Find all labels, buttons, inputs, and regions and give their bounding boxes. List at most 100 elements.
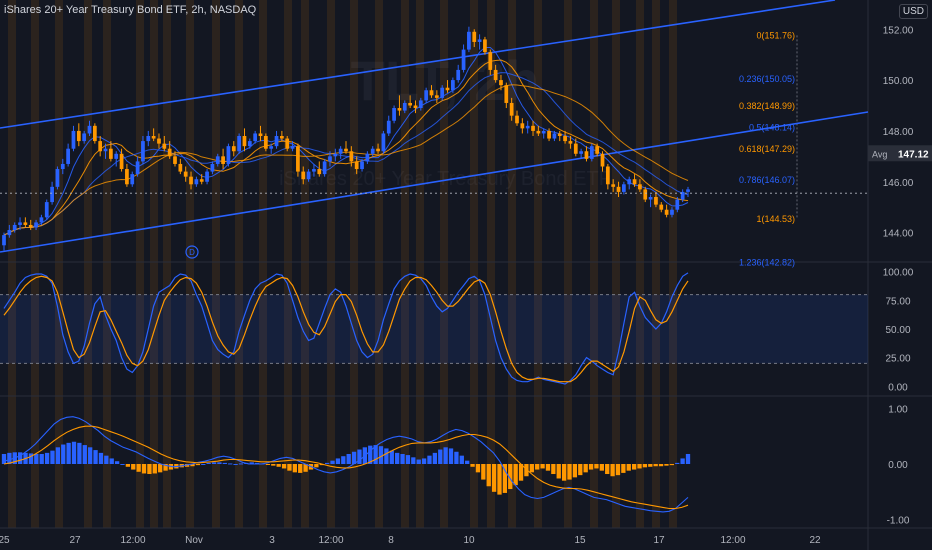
candle-body bbox=[237, 136, 241, 152]
fib-level-label: 0.618(147.29) bbox=[739, 144, 795, 154]
candle-body bbox=[12, 224, 17, 231]
candle-body bbox=[183, 171, 188, 177]
candle-body bbox=[162, 143, 167, 149]
candle-body bbox=[675, 199, 680, 210]
candle-body bbox=[103, 148, 108, 152]
macd-histogram-bar bbox=[211, 462, 217, 464]
macd-histogram-bar bbox=[1, 453, 7, 464]
candle-body bbox=[472, 31, 477, 42]
macd-histogram-bar bbox=[669, 464, 674, 466]
candle-body bbox=[547, 130, 551, 139]
candle-body bbox=[44, 202, 49, 218]
session-band bbox=[163, 0, 171, 528]
macd-histogram-bar bbox=[389, 450, 394, 464]
candle-body bbox=[50, 186, 54, 203]
session-band bbox=[564, 0, 572, 528]
candle-body bbox=[456, 69, 461, 81]
macd-histogram-bar bbox=[206, 462, 211, 464]
candle-body bbox=[434, 95, 439, 98]
candle-body bbox=[622, 184, 626, 192]
candle-body bbox=[114, 153, 119, 159]
candle-body bbox=[664, 209, 669, 215]
candle-body bbox=[285, 138, 290, 149]
time-tick-label: 22 bbox=[809, 535, 821, 546]
macd-histogram-bar bbox=[594, 464, 599, 469]
chart-canvas[interactable]: TLT, 2h iShares 20+ Year Treasury Bond ET… bbox=[0, 0, 932, 550]
candle-body bbox=[402, 102, 407, 111]
candle-body bbox=[499, 80, 503, 86]
macd-histogram-bar bbox=[486, 464, 491, 487]
macd-histogram-bar bbox=[664, 464, 669, 466]
candle-body bbox=[418, 100, 423, 109]
candle-body bbox=[215, 156, 220, 164]
price-tick-label: 144.00 bbox=[883, 229, 914, 240]
macd-histogram-bar bbox=[335, 458, 341, 464]
macd-histogram-bar bbox=[465, 460, 470, 464]
candle-body bbox=[194, 179, 199, 185]
session-band bbox=[327, 0, 335, 528]
candle-body bbox=[659, 204, 664, 210]
macd-histogram-bar bbox=[265, 464, 271, 465]
macd-histogram-bar bbox=[55, 447, 61, 464]
session-band bbox=[636, 0, 644, 528]
macd-histogram-bar bbox=[152, 464, 157, 474]
macd-histogram-bar bbox=[535, 464, 540, 470]
candle-body bbox=[525, 125, 530, 129]
candle-body bbox=[98, 141, 103, 152]
candle-body bbox=[397, 108, 402, 111]
macd-histogram-bar bbox=[314, 464, 319, 468]
candle-body bbox=[370, 148, 375, 154]
candle-body bbox=[643, 189, 648, 200]
session-band bbox=[590, 0, 598, 528]
fib-level-label: 0.382(148.99) bbox=[739, 101, 795, 111]
session-band bbox=[186, 0, 194, 528]
candle-body bbox=[408, 102, 412, 106]
currency-label[interactable]: USD bbox=[898, 4, 928, 19]
macd-histogram-bar bbox=[545, 464, 551, 471]
candle-body bbox=[333, 153, 338, 157]
candle-body bbox=[349, 151, 354, 162]
candle-body bbox=[296, 146, 300, 172]
candle-body bbox=[616, 186, 621, 192]
session-band bbox=[212, 0, 220, 528]
macd-histogram-bar bbox=[66, 442, 71, 464]
candle-body bbox=[221, 156, 225, 164]
macd-histogram-bar bbox=[114, 461, 120, 464]
time-tick-label: 15 bbox=[574, 535, 586, 546]
macd-histogram-bar bbox=[411, 457, 416, 464]
fib-level-label: 0.236(150.05) bbox=[739, 74, 795, 84]
candle-body bbox=[71, 130, 76, 149]
candle-body bbox=[536, 130, 541, 134]
macd-histogram-bar bbox=[653, 464, 658, 467]
candle-body bbox=[322, 161, 327, 175]
session-band bbox=[612, 0, 620, 528]
fib-level-label: 0.786(146.07) bbox=[739, 175, 795, 185]
session-band bbox=[669, 0, 677, 528]
macd-histogram-bar bbox=[572, 464, 578, 478]
macd-histogram-bar bbox=[443, 447, 448, 464]
candle-body bbox=[290, 146, 295, 149]
candle-body bbox=[7, 230, 12, 236]
candle-body bbox=[589, 146, 594, 159]
macd-histogram-bar bbox=[233, 464, 238, 465]
candle-body bbox=[23, 222, 28, 225]
candle-body bbox=[477, 39, 482, 42]
candle-body bbox=[600, 153, 605, 167]
price-tick-label: 146.00 bbox=[883, 178, 914, 189]
macd-histogram-bar bbox=[109, 458, 114, 464]
macd-histogram-bar bbox=[217, 462, 222, 464]
macd-histogram-bar bbox=[158, 464, 163, 473]
macd-histogram-bar bbox=[346, 453, 351, 464]
stoch-tick-label: 75.00 bbox=[885, 296, 910, 307]
time-tick-label: 12:00 bbox=[120, 535, 145, 546]
stoch-tick-label: 50.00 bbox=[885, 325, 910, 336]
macd-histogram-bar bbox=[599, 464, 604, 471]
macd-histogram-bar bbox=[588, 464, 594, 470]
candle-body bbox=[386, 120, 391, 134]
candle-body bbox=[338, 148, 343, 154]
candle-body bbox=[34, 222, 38, 228]
macd-histogram-bar bbox=[556, 464, 561, 479]
candle-body bbox=[39, 217, 44, 223]
dividend-marker-label: D bbox=[189, 248, 195, 257]
candle-body bbox=[573, 143, 578, 154]
